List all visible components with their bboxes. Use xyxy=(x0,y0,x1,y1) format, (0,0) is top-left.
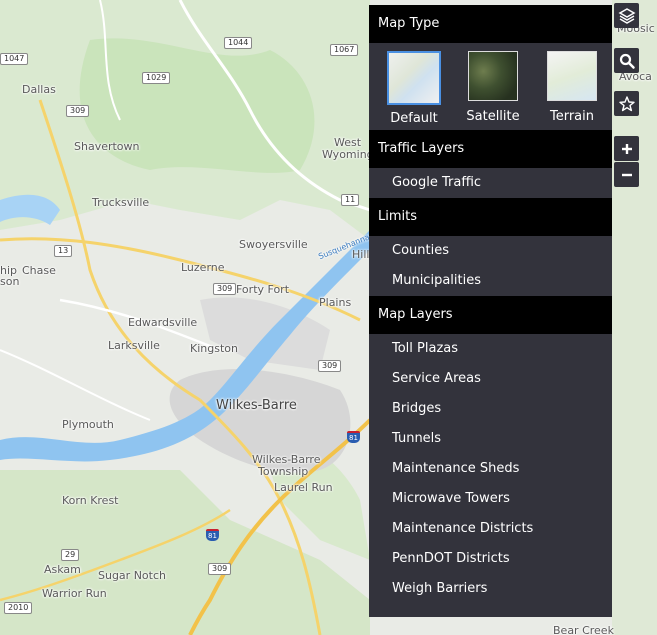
place-label: Plains xyxy=(319,296,352,309)
layers-panel: Map Type Default Satellite Terrain Traff… xyxy=(369,5,612,617)
place-label: Swoyersville xyxy=(239,238,308,251)
satellite-map-thumbnail xyxy=(468,51,518,101)
place-label: son xyxy=(0,275,20,288)
route-shield: 1047 xyxy=(0,53,29,65)
place-label: Wyoming xyxy=(322,148,374,161)
section-header-limits: Limits xyxy=(369,198,612,236)
place-label: Bear Creek xyxy=(553,624,614,635)
section-header-map-layers: Map Layers xyxy=(369,296,612,334)
layer-item-toll-plazas[interactable]: Toll Plazas xyxy=(369,334,612,364)
map-type-label: Default xyxy=(390,111,438,126)
interstate-shield: 81 xyxy=(347,431,360,443)
place-label: Forty Fort xyxy=(236,283,290,296)
route-shield: 309 xyxy=(318,360,342,372)
layer-item-counties[interactable]: Counties xyxy=(369,236,612,266)
place-label: Edwardsville xyxy=(128,316,198,329)
route-shield: 309 xyxy=(208,563,232,575)
place-label: Plymouth xyxy=(62,418,114,431)
layer-item-penndot-districts[interactable]: PennDOT Districts xyxy=(369,544,612,574)
section-header-map-type: Map Type xyxy=(369,5,612,43)
interstate-shield: 81 xyxy=(206,529,219,541)
route-shield: 1044 xyxy=(224,37,253,49)
place-label: Korn Krest xyxy=(62,494,119,507)
place-label: Trucksville xyxy=(92,196,150,209)
layers-icon xyxy=(617,7,636,24)
place-label: Shavertown xyxy=(74,140,140,153)
section-header-traffic: Traffic Layers xyxy=(369,130,612,168)
route-shield: 29 xyxy=(61,549,80,561)
layer-item-microwave-towers[interactable]: Microwave Towers xyxy=(369,484,612,514)
route-shield: 309 xyxy=(66,105,90,117)
layer-item-bridges[interactable]: Bridges xyxy=(369,394,612,424)
place-label: Sugar Notch xyxy=(98,569,166,582)
place-label: Hill xyxy=(352,248,370,261)
route-shield: 1067 xyxy=(330,44,359,56)
search-button[interactable] xyxy=(614,48,639,73)
map-type-terrain[interactable]: Terrain xyxy=(537,51,607,125)
layer-item-google-traffic[interactable]: Google Traffic xyxy=(369,168,612,198)
place-label: Township xyxy=(258,465,309,478)
map-type-label: Terrain xyxy=(549,109,594,124)
place-label: Larksville xyxy=(108,339,160,352)
map-type-default[interactable]: Default xyxy=(379,51,449,126)
map-type-selector: Default Satellite Terrain xyxy=(369,43,612,130)
route-shield: 11 xyxy=(341,194,360,206)
map-type-label: Satellite xyxy=(466,109,520,124)
route-shield: 309 xyxy=(213,283,237,295)
search-icon xyxy=(619,53,635,69)
place-label: Wilkes-Barre xyxy=(216,398,297,413)
place-label: Warrior Run xyxy=(42,587,107,600)
layer-item-maintenance-sheds[interactable]: Maintenance Sheds xyxy=(369,454,612,484)
layer-item-tunnels[interactable]: Tunnels xyxy=(369,424,612,454)
terrain-map-thumbnail xyxy=(547,51,597,101)
place-label: Luzerne xyxy=(181,261,225,274)
route-shield: 13 xyxy=(54,245,73,257)
layers-button[interactable] xyxy=(614,3,639,28)
zoom-in-button[interactable] xyxy=(614,136,639,161)
place-label: Askam xyxy=(44,563,81,576)
zoom-out-icon xyxy=(621,173,632,176)
route-shield: 2010 xyxy=(4,602,33,614)
layer-item-maintenance-districts[interactable]: Maintenance Districts xyxy=(369,514,612,544)
favorites-button[interactable] xyxy=(614,91,639,116)
place-label: Dallas xyxy=(22,83,56,96)
star-icon xyxy=(618,95,635,111)
map-type-satellite[interactable]: Satellite xyxy=(458,51,528,125)
layer-item-weigh-barriers[interactable]: Weigh Barriers xyxy=(369,574,612,604)
layer-item-municipalities[interactable]: Municipalities xyxy=(369,266,612,296)
default-map-thumbnail xyxy=(387,51,441,105)
place-label: Laurel Run xyxy=(274,481,333,494)
place-label: Kingston xyxy=(190,342,238,355)
zoom-out-button[interactable] xyxy=(614,162,639,187)
layer-item-service-areas[interactable]: Service Areas xyxy=(369,364,612,394)
place-label: Chase xyxy=(22,264,56,277)
route-shield: 1029 xyxy=(142,72,171,84)
zoom-in-icon xyxy=(621,143,632,154)
